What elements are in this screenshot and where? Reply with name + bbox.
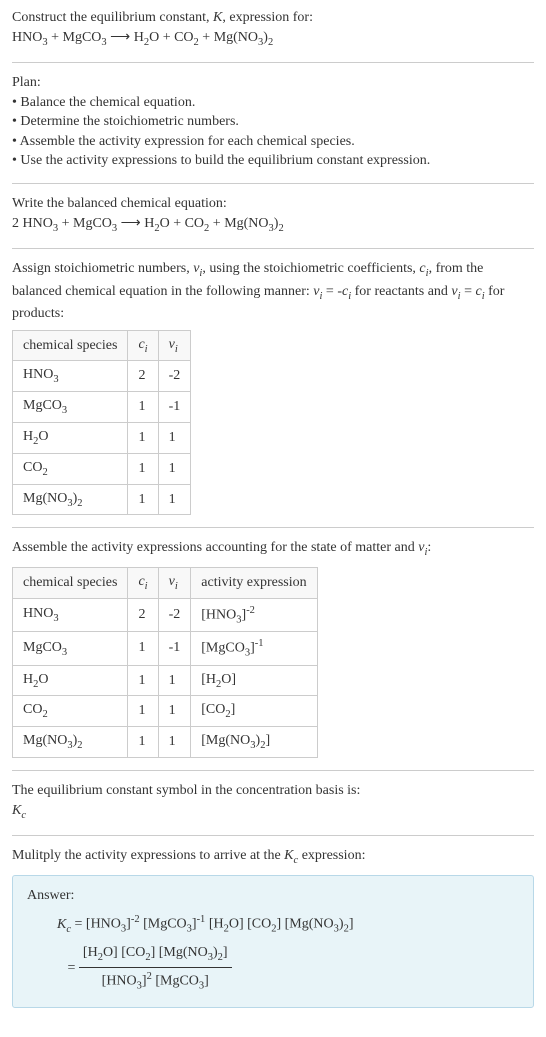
kc-line2: = [H2O] [CO2] [Mg(NO3)2] [HNO3]2 [MgCO3] bbox=[57, 940, 519, 997]
kc-symbol-line2: Kc bbox=[12, 801, 534, 823]
cell-vi: 1 bbox=[158, 727, 191, 758]
table-row: HNO3 2 -2 [HNO3]-2 bbox=[13, 598, 318, 631]
cell-vi: -1 bbox=[158, 392, 191, 423]
cell-vi: 1 bbox=[158, 696, 191, 727]
col-species: chemical species bbox=[13, 567, 128, 598]
cell-ci: 1 bbox=[128, 665, 158, 696]
cell-species: MgCO3 bbox=[13, 632, 128, 665]
cell-ci: 1 bbox=[128, 727, 158, 758]
divider bbox=[12, 183, 534, 184]
cell-vi: 1 bbox=[158, 423, 191, 454]
table-row: H2O 1 1 [H2O] bbox=[13, 665, 318, 696]
cell-species: H2O bbox=[13, 665, 128, 696]
cell-ci: 1 bbox=[128, 484, 158, 515]
cell-vi: 1 bbox=[158, 453, 191, 484]
cell-species: Mg(NO3)2 bbox=[13, 484, 128, 515]
cell-vi: -2 bbox=[158, 361, 191, 392]
kc-equation: Kc = [HNO3]-2 [MgCO3]-1 [H2O] [CO2] [Mg(… bbox=[27, 911, 519, 996]
table-row: Mg(NO3)2 1 1 [Mg(NO3)2] bbox=[13, 727, 318, 758]
cell-vi: -2 bbox=[158, 598, 191, 631]
cell-expr: [HNO3]-2 bbox=[191, 598, 317, 631]
table-header-row: chemical species ci νi activity expressi… bbox=[13, 567, 318, 598]
cell-ci: 1 bbox=[128, 632, 158, 665]
col-ci: ci bbox=[128, 567, 158, 598]
kc-line1: Kc = [HNO3]-2 [MgCO3]-1 [H2O] [CO2] [Mg(… bbox=[57, 911, 519, 939]
plan-title: Plan: bbox=[12, 73, 534, 93]
cell-species: Mg(NO3)2 bbox=[13, 727, 128, 758]
cell-vi: 1 bbox=[158, 484, 191, 515]
plan-item-3: • Assemble the activity expression for e… bbox=[12, 132, 534, 152]
cell-vi: 1 bbox=[158, 665, 191, 696]
cell-expr: [Mg(NO3)2] bbox=[191, 727, 317, 758]
col-species: chemical species bbox=[13, 330, 128, 361]
kc-symbol-section: The equilibrium constant symbol in the c… bbox=[12, 781, 534, 823]
table-row: CO2 1 1 [CO2] bbox=[13, 696, 318, 727]
activity-intro: Assemble the activity expressions accoun… bbox=[12, 538, 534, 560]
activity-section: Assemble the activity expressions accoun… bbox=[12, 538, 534, 758]
activity-table: chemical species ci νi activity expressi… bbox=[12, 567, 318, 758]
divider bbox=[12, 62, 534, 63]
plan-item-1: • Balance the chemical equation. bbox=[12, 93, 534, 113]
kc-frac-num: [H2O] [CO2] [Mg(NO3)2] bbox=[79, 940, 232, 969]
kc-fraction: [H2O] [CO2] [Mg(NO3)2] [HNO3]2 [MgCO3] bbox=[79, 940, 232, 997]
plan-section: Plan: • Balance the chemical equation. •… bbox=[12, 73, 534, 171]
col-vi: νi bbox=[158, 330, 191, 361]
multiply-section: Mulitply the activity expressions to arr… bbox=[12, 846, 534, 1007]
table-row: H2O 1 1 bbox=[13, 423, 191, 454]
stoich-table: chemical species ci νi HNO3 2 -2 MgCO3 1… bbox=[12, 330, 191, 516]
cell-ci: 2 bbox=[128, 361, 158, 392]
cell-ci: 1 bbox=[128, 392, 158, 423]
table-row: Mg(NO3)2 1 1 bbox=[13, 484, 191, 515]
table-row: CO2 1 1 bbox=[13, 453, 191, 484]
kc-symbol-line1: The equilibrium constant symbol in the c… bbox=[12, 781, 534, 801]
cell-species: HNO3 bbox=[13, 361, 128, 392]
intro-section: Construct the equilibrium constant, K, e… bbox=[12, 8, 534, 50]
cell-species: H2O bbox=[13, 423, 128, 454]
multiply-intro: Mulitply the activity expressions to arr… bbox=[12, 846, 534, 868]
kc-frac-den: [HNO3]2 [MgCO3] bbox=[79, 968, 232, 996]
col-expr: activity expression bbox=[191, 567, 317, 598]
table-header-row: chemical species ci νi bbox=[13, 330, 191, 361]
table-row: HNO3 2 -2 bbox=[13, 361, 191, 392]
col-vi: νi bbox=[158, 567, 191, 598]
table-row: MgCO3 1 -1 [MgCO3]-1 bbox=[13, 632, 318, 665]
cell-species: CO2 bbox=[13, 453, 128, 484]
divider bbox=[12, 770, 534, 771]
cell-ci: 1 bbox=[128, 423, 158, 454]
answer-label: Answer: bbox=[27, 886, 519, 906]
cell-species: MgCO3 bbox=[13, 392, 128, 423]
cell-expr: [H2O] bbox=[191, 665, 317, 696]
balanced-section: Write the balanced chemical equation: 2 … bbox=[12, 194, 534, 236]
cell-species: CO2 bbox=[13, 696, 128, 727]
cell-ci: 1 bbox=[128, 696, 158, 727]
cell-vi: -1 bbox=[158, 632, 191, 665]
cell-expr: [MgCO3]-1 bbox=[191, 632, 317, 665]
divider bbox=[12, 527, 534, 528]
balanced-title: Write the balanced chemical equation: bbox=[12, 194, 534, 214]
cell-ci: 1 bbox=[128, 453, 158, 484]
plan-item-4: • Use the activity expressions to build … bbox=[12, 151, 534, 171]
stoich-section: Assign stoichiometric numbers, νi, using… bbox=[12, 259, 534, 515]
balanced-equation: 2 HNO3 + MgCO3 ⟶ H2O + CO2 + Mg(NO3)2 bbox=[12, 214, 534, 236]
divider bbox=[12, 835, 534, 836]
intro-line1: Construct the equilibrium constant, K, e… bbox=[12, 8, 534, 28]
table-row: MgCO3 1 -1 bbox=[13, 392, 191, 423]
plan-item-2: • Determine the stoichiometric numbers. bbox=[12, 112, 534, 132]
cell-ci: 2 bbox=[128, 598, 158, 631]
divider bbox=[12, 248, 534, 249]
intro-equation: HNO3 + MgCO3 ⟶ H2O + CO2 + Mg(NO3)2 bbox=[12, 28, 534, 50]
stoich-intro: Assign stoichiometric numbers, νi, using… bbox=[12, 259, 534, 324]
cell-expr: [CO2] bbox=[191, 696, 317, 727]
answer-box: Answer: Kc = [HNO3]-2 [MgCO3]-1 [H2O] [C… bbox=[12, 875, 534, 1008]
col-ci: ci bbox=[128, 330, 158, 361]
cell-species: HNO3 bbox=[13, 598, 128, 631]
